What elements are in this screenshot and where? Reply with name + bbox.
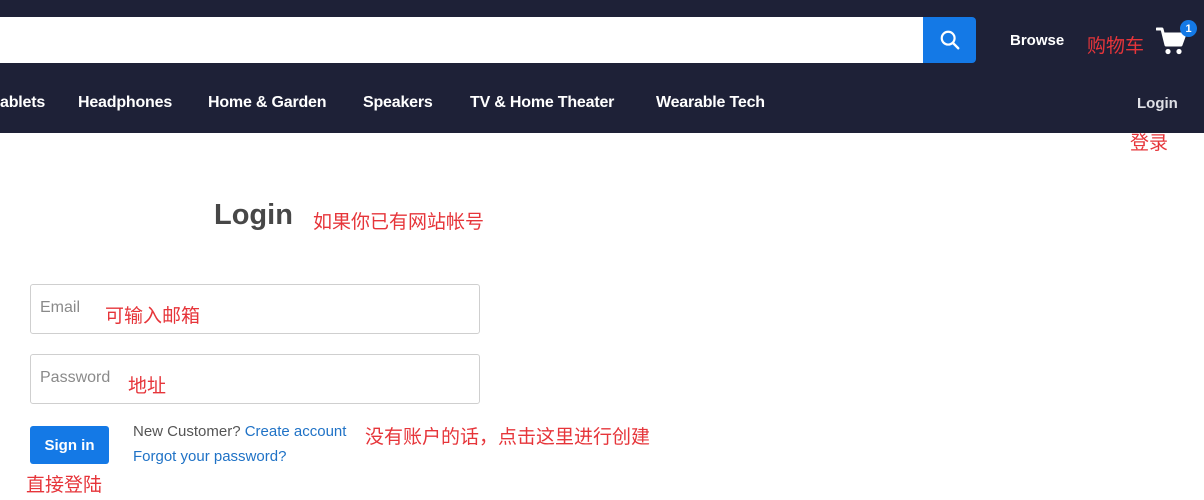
nav-item-tablets[interactable]: ablets xyxy=(0,94,45,112)
forgot-password-link[interactable]: Forgot your password? xyxy=(133,448,286,465)
title-annotation: 如果你已有网站帐号 xyxy=(313,211,485,233)
nav-item-wearable-tech[interactable]: Wearable Tech xyxy=(656,94,765,112)
login-link[interactable]: Login xyxy=(1137,95,1178,112)
email-placeholder: Email xyxy=(40,299,81,316)
email-annotation: 可输入邮箱 xyxy=(105,305,201,327)
password-field[interactable]: Password 地址 xyxy=(30,354,480,404)
login-annotation: 登录 xyxy=(1130,132,1169,154)
email-field[interactable]: Email 可输入邮箱 xyxy=(30,284,480,334)
cart-count-badge: 1 xyxy=(1180,20,1197,37)
search-icon xyxy=(940,30,959,50)
page-title: Login xyxy=(214,199,293,231)
nav-item-speakers[interactable]: Speakers xyxy=(363,94,433,112)
nav-item-headphones[interactable]: Headphones xyxy=(78,94,172,112)
nav-item-tv-home-theater[interactable]: TV & Home Theater xyxy=(470,94,614,112)
browse-link[interactable]: Browse xyxy=(1010,32,1064,49)
sign-in-button[interactable]: Sign in xyxy=(30,426,109,464)
cart-annotation: 购物车 xyxy=(1087,35,1145,57)
nav-item-home-garden[interactable]: Home & Garden xyxy=(208,94,327,112)
password-placeholder: Password xyxy=(40,369,111,386)
search-input[interactable] xyxy=(0,17,924,63)
sign-in-annotation: 直接登陆 xyxy=(26,474,103,496)
new-customer-text: New Customer? xyxy=(133,423,241,440)
password-annotation: 地址 xyxy=(128,375,167,397)
create-account-annotation: 没有账户的话，点击这里进行创建 xyxy=(365,426,651,448)
category-nav: ablets Headphones Home & Garden Speakers… xyxy=(0,80,1204,126)
new-customer-line: New Customer? Create account xyxy=(133,423,346,440)
create-account-link[interactable]: Create account xyxy=(245,423,347,440)
search-button[interactable] xyxy=(923,17,976,63)
